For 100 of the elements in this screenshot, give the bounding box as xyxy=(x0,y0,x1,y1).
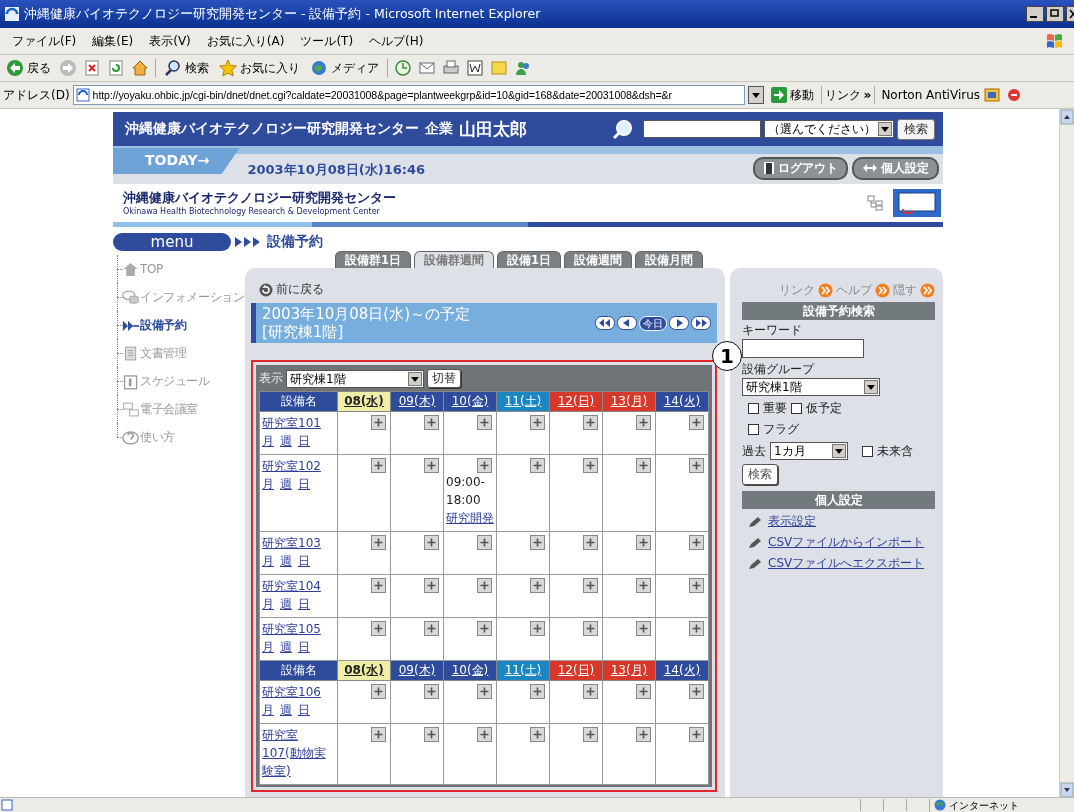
add-button[interactable] xyxy=(424,415,439,430)
add-button[interactable] xyxy=(371,684,386,699)
add-button[interactable] xyxy=(424,458,439,473)
view-link[interactable]: 月 xyxy=(262,638,274,656)
add-button[interactable] xyxy=(583,684,598,699)
equipment-link[interactable]: 研究室106 xyxy=(262,683,335,701)
view-link[interactable]: 週 xyxy=(280,475,292,493)
tab[interactable]: 設備1日 xyxy=(497,251,561,268)
previous-button[interactable] xyxy=(617,316,637,330)
add-button[interactable] xyxy=(424,535,439,550)
add-button[interactable] xyxy=(583,621,598,636)
add-button[interactable] xyxy=(530,458,545,473)
view-link[interactable]: 日 xyxy=(298,552,310,570)
equipment-link[interactable]: 研究室104 xyxy=(262,577,335,595)
day-header[interactable]: 08(水) xyxy=(337,391,391,412)
printer-icon[interactable] xyxy=(442,59,460,77)
day-header[interactable]: 13(月) xyxy=(602,391,656,412)
menu-item[interactable]: ヘルプ(H) xyxy=(361,32,432,50)
add-button[interactable] xyxy=(689,621,704,636)
add-button[interactable] xyxy=(636,621,651,636)
view-link[interactable]: 月 xyxy=(262,595,274,613)
add-button[interactable] xyxy=(636,415,651,430)
add-button[interactable] xyxy=(530,578,545,593)
go-button[interactable]: 移動 xyxy=(766,86,818,104)
add-button[interactable] xyxy=(424,684,439,699)
add-button[interactable] xyxy=(477,621,492,636)
refresh-icon[interactable] xyxy=(107,59,125,77)
checkbox[interactable] xyxy=(748,424,759,435)
screen-icon[interactable] xyxy=(893,189,941,217)
add-button[interactable] xyxy=(424,621,439,636)
search-button[interactable]: 検索 xyxy=(897,118,935,140)
add-button[interactable] xyxy=(371,458,386,473)
next-button[interactable] xyxy=(669,316,689,330)
add-button[interactable] xyxy=(477,578,492,593)
add-button[interactable] xyxy=(636,727,651,742)
menu-item[interactable]: 編集(E) xyxy=(84,32,142,50)
add-button[interactable] xyxy=(583,578,598,593)
view-link[interactable]: 月 xyxy=(262,432,274,450)
add-button[interactable] xyxy=(530,415,545,430)
add-button[interactable] xyxy=(583,415,598,430)
view-link[interactable]: 日 xyxy=(298,638,310,656)
menu-item[interactable]: お気に入り(A) xyxy=(198,32,293,50)
add-button[interactable] xyxy=(371,415,386,430)
add-button[interactable] xyxy=(371,535,386,550)
menu-item[interactable]: ツール(T) xyxy=(292,32,362,50)
add-button[interactable] xyxy=(477,415,492,430)
booking-link[interactable]: 研究開発 xyxy=(446,509,494,527)
back-button[interactable]: 戻る xyxy=(4,59,53,77)
view-link[interactable]: 日 xyxy=(298,595,310,613)
settings-link[interactable]: 表示設定 xyxy=(768,513,816,530)
search-button[interactable]: 検索 xyxy=(162,59,211,77)
add-button[interactable] xyxy=(424,727,439,742)
stop-icon[interactable] xyxy=(83,59,101,77)
add-button[interactable] xyxy=(477,684,492,699)
minimize-button[interactable] xyxy=(1026,6,1044,22)
add-button[interactable] xyxy=(530,684,545,699)
dropdown-button[interactable] xyxy=(747,86,764,104)
equipment-link[interactable]: 研究室101 xyxy=(262,414,335,432)
tab[interactable]: 設備週間 xyxy=(564,251,632,268)
envelope-icon[interactable] xyxy=(418,59,436,77)
add-button[interactable] xyxy=(477,458,492,473)
back-link[interactable]: 前に戻る xyxy=(276,282,324,297)
keyword-field[interactable] xyxy=(742,339,864,358)
favorites-button[interactable]: お気に入り xyxy=(217,59,302,77)
checkbox[interactable] xyxy=(748,403,759,414)
address-field[interactable]: http://yoyaku.ohbic.jp/cgi-bin/dnet/dnet.cgi?caldate=20031008&page=plantweekgrp&id=10&gid=168&date=20031008&dsh=&r xyxy=(72,85,745,105)
add-button[interactable] xyxy=(689,458,704,473)
day-header[interactable]: 09(木) xyxy=(390,391,444,412)
document-icon[interactable] xyxy=(466,59,484,77)
add-button[interactable] xyxy=(583,535,598,550)
add-button[interactable] xyxy=(636,684,651,699)
nav-item[interactable]: 設備予約 xyxy=(140,316,187,334)
add-button[interactable] xyxy=(477,535,492,550)
day-header[interactable]: 11(土) xyxy=(496,391,550,412)
view-link[interactable]: 週 xyxy=(280,638,292,656)
add-button[interactable] xyxy=(583,458,598,473)
view-link[interactable]: 日 xyxy=(298,701,310,719)
day-header[interactable]: 12(日) xyxy=(549,391,603,412)
day-header[interactable]: 14(火) xyxy=(655,391,709,412)
tab[interactable]: 設備群1日 xyxy=(334,251,411,268)
equipment-link[interactable]: 研究室105 xyxy=(262,620,335,638)
add-button[interactable] xyxy=(371,578,386,593)
equipment-link[interactable]: 研究室102 xyxy=(262,457,335,475)
view-link[interactable]: 日 xyxy=(298,432,310,450)
add-button[interactable] xyxy=(530,727,545,742)
extension-button[interactable]: Norton AntiVirus xyxy=(878,87,1004,103)
view-link[interactable]: 週 xyxy=(280,701,292,719)
add-button[interactable] xyxy=(689,535,704,550)
add-button[interactable] xyxy=(424,578,439,593)
chevron-button[interactable]: » xyxy=(863,88,872,102)
add-button[interactable] xyxy=(530,535,545,550)
add-button[interactable] xyxy=(371,621,386,636)
settings-link[interactable]: CSVファイルからインポート xyxy=(768,534,925,551)
tab[interactable]: 設備月間 xyxy=(635,251,703,268)
scope-dropdown[interactable]: （選んでください） xyxy=(764,120,894,138)
equipment-link[interactable]: 研究室103 xyxy=(262,534,335,552)
rewind-button[interactable] xyxy=(595,316,615,330)
people-icon[interactable] xyxy=(514,59,532,77)
add-button[interactable] xyxy=(689,415,704,430)
view-link[interactable]: 日 xyxy=(298,475,310,493)
